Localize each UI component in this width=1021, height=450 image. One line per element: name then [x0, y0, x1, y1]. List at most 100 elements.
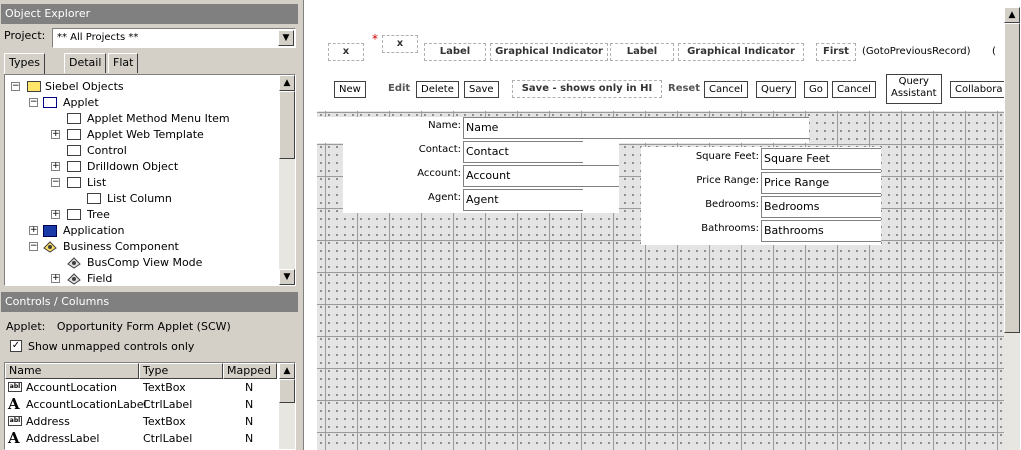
collaborate-button[interactable]: Collabora	[950, 81, 1010, 98]
goto-previous-record-control[interactable]: (GotoPreviousRecord)	[862, 46, 971, 57]
save-hi-button[interactable]: Save - shows only in HI	[512, 80, 662, 98]
show-unmapped-label: Show unmapped controls only	[28, 340, 195, 353]
cancel-button-2[interactable]: Cancel	[832, 81, 876, 98]
textbox-icon: abl	[8, 382, 22, 392]
grid-scrollbar[interactable]: ▲	[279, 363, 295, 449]
field-control-account[interactable]: Account	[463, 165, 619, 187]
collapse-icon[interactable]: −	[29, 242, 38, 251]
placeholder-label-2[interactable]: Label	[610, 43, 674, 61]
expand-icon[interactable]: +	[51, 162, 60, 171]
collapse-icon[interactable]: −	[51, 178, 60, 187]
controls-columns-title: Controls / Columns	[1, 292, 298, 312]
column-header-mapped[interactable]: Mapped	[223, 363, 277, 379]
tree-scrollbar[interactable]: ▲ ▼	[279, 75, 295, 285]
field-label-bathrooms[interactable]: Bathrooms:	[651, 223, 759, 234]
checkbox-check-icon[interactable]: ✓	[10, 340, 22, 352]
scroll-thumb[interactable]	[279, 91, 295, 159]
tab-types[interactable]: Types	[4, 53, 45, 74]
applet-info: Applet: Opportunity Form Applet (SCW)	[6, 320, 231, 333]
required-star: *	[372, 32, 378, 46]
chevron-down-icon[interactable]: ▼	[278, 30, 294, 46]
table-row[interactable]: A AddressLabel CtrlLabel N	[5, 430, 277, 447]
placeholder-graphical-indicator-2[interactable]: Graphical Indicator	[678, 43, 804, 61]
placeholder-control-x1[interactable]: x	[328, 43, 364, 61]
reset-button[interactable]: Reset	[668, 81, 700, 98]
expand-icon[interactable]: +	[51, 130, 60, 139]
new-button[interactable]: New	[334, 81, 366, 98]
controls-grid[interactable]: Name Type Mapped abl AccountLocation Tex…	[4, 362, 296, 450]
tree-item-label: Drilldown Object	[87, 160, 179, 173]
table-row[interactable]: abl AccountLocation TextBox N	[5, 379, 277, 396]
control-type: CtrlLabel	[143, 398, 193, 411]
control-mapped: N	[245, 381, 254, 394]
scroll-up-icon[interactable]: ▲	[279, 75, 295, 91]
tab-flat[interactable]: Flat	[108, 53, 139, 73]
business-component-icon	[67, 273, 81, 285]
control-type: TextBox	[143, 381, 186, 394]
field-label-square-feet[interactable]: Square Feet:	[651, 151, 759, 162]
query-assistant-line-1: Query	[898, 76, 929, 87]
tree-item-label: BusComp View Mode	[87, 256, 203, 269]
query-button[interactable]: Query	[756, 81, 797, 98]
control-name: AddressLabel	[26, 432, 100, 445]
scroll-up-icon[interactable]: ▲	[1004, 7, 1020, 23]
folder-icon	[67, 129, 81, 140]
save-button[interactable]: Save	[464, 81, 499, 98]
first-record-control[interactable]: First	[816, 43, 856, 61]
collapse-icon[interactable]: −	[11, 82, 20, 91]
collapse-icon[interactable]: −	[29, 98, 38, 107]
scroll-down-icon[interactable]: ▼	[279, 269, 295, 285]
table-row[interactable]: abl Address TextBox N	[5, 413, 277, 430]
go-button[interactable]: Go	[804, 81, 828, 98]
tab-detail[interactable]: Detail	[64, 53, 107, 73]
control-mapped: N	[245, 432, 254, 445]
folder-open-icon	[27, 81, 41, 92]
delete-button[interactable]: Delete	[416, 81, 459, 98]
field-control-agent[interactable]: Agent	[463, 189, 583, 211]
field-control-square-feet[interactable]: Square Feet	[761, 148, 881, 170]
control-type: CtrlLabel	[143, 432, 193, 445]
column-header-type[interactable]: Type	[139, 363, 223, 379]
field-label-agent[interactable]: Agent:	[377, 192, 461, 203]
field-label-contact[interactable]: Contact:	[377, 144, 461, 155]
placeholder-label-1[interactable]: Label	[424, 43, 486, 61]
control-name: Address	[26, 415, 70, 428]
field-label-account[interactable]: Account:	[377, 168, 461, 179]
folder-icon	[67, 209, 81, 220]
expand-icon[interactable]: +	[51, 274, 60, 283]
field-label-bedrooms[interactable]: Bedrooms:	[651, 199, 759, 210]
query-assistant-button[interactable]: Query Assistant	[886, 74, 942, 104]
business-component-icon	[43, 241, 57, 253]
tree-item-label: Applet Method Menu Item	[87, 112, 230, 125]
field-control-contact[interactable]: Contact	[463, 141, 583, 163]
field-label-name[interactable]: Name:	[377, 120, 461, 131]
design-grid-canvas[interactable]: Name: Name Contact: Contact Account: Acc…	[317, 111, 1009, 450]
placeholder-graphical-indicator-1[interactable]: Graphical Indicator	[490, 43, 608, 61]
table-row[interactable]: A AccountLocationLabel CtrlLabel N	[5, 396, 277, 413]
column-header-name[interactable]: Name	[5, 363, 139, 379]
expand-icon[interactable]: +	[51, 210, 60, 219]
cancel-button-1[interactable]: Cancel	[704, 81, 748, 98]
field-control-price-range[interactable]: Price Range	[761, 172, 881, 194]
query-assistant-line-2: Assistant	[891, 88, 937, 99]
tree-item-label: Field	[87, 272, 113, 285]
scroll-up-icon[interactable]: ▲	[279, 363, 295, 379]
edit-button[interactable]: Edit	[388, 81, 410, 98]
object-tree[interactable]: − Siebel Objects − Applet Applet Method …	[4, 74, 296, 286]
scroll-thumb[interactable]	[1004, 23, 1020, 333]
scroll-thumb[interactable]	[279, 379, 295, 403]
designer-scrollbar[interactable]: ▲	[1004, 7, 1020, 450]
field-control-name[interactable]: Name	[463, 117, 809, 139]
tree-item-label: Applet	[63, 96, 99, 109]
field-control-bathrooms[interactable]: Bathrooms	[761, 220, 881, 242]
label-icon: A	[8, 395, 20, 413]
expand-icon[interactable]: +	[29, 226, 38, 235]
layout-designer[interactable]: x * x Label Graphical Indicator Label Gr…	[303, 0, 1021, 450]
applet-label: Applet:	[6, 320, 46, 333]
control-type: TextBox	[143, 415, 186, 428]
field-control-bedrooms[interactable]: Bedrooms	[761, 196, 881, 218]
application-icon	[43, 225, 57, 237]
project-select[interactable]: ** All Projects ** ▼	[52, 28, 296, 48]
placeholder-control-x2[interactable]: x	[382, 35, 418, 53]
field-label-price-range[interactable]: Price Range:	[651, 175, 759, 186]
